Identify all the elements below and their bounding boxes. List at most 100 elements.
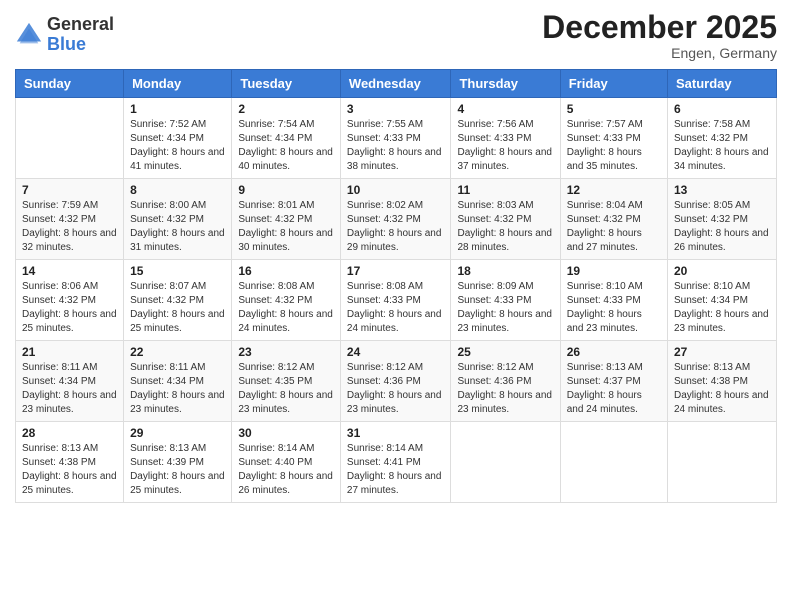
calendar-cell: 16 Sunrise: 8:08 AMSunset: 4:32 PMDayligh…	[232, 260, 341, 341]
logo-blue: Blue	[47, 35, 114, 55]
day-number: 8	[130, 183, 225, 197]
day-number: 2	[238, 102, 334, 116]
calendar-week-2: 7Sunrise: 7:59 AMSunset: 4:32 PMDaylight…	[16, 179, 777, 260]
logo-icon	[15, 21, 43, 49]
calendar-cell: 15 Sunrise: 8:07 AMSunset: 4:32 PMDayligh…	[124, 260, 232, 341]
calendar-header: SundayMondayTuesdayWednesdayThursdayFrid…	[16, 70, 777, 98]
calendar-cell: 11 Sunrise: 8:03 AMSunset: 4:32 PMDayligh…	[451, 179, 560, 260]
calendar-cell: 5Sunrise: 7:57 AMSunset: 4:33 PMDaylight…	[560, 98, 667, 179]
weekday-header-tuesday: Tuesday	[232, 70, 341, 98]
day-info: Sunrise: 8:14 AMSunset: 4:41 PMDaylight:…	[347, 442, 445, 498]
day-number: 10	[347, 183, 445, 197]
calendar-cell: 21 Sunrise: 8:11 AMSunset: 4:34 PMDayligh…	[16, 341, 124, 422]
calendar-week-1: 1 Sunrise: 7:52 AMSunset: 4:34 PMDaylight…	[16, 98, 777, 179]
day-number: 19	[567, 264, 661, 278]
day-info: Sunrise: 7:55 AMSunset: 4:33 PMDaylight:…	[347, 118, 445, 174]
day-info: Sunrise: 8:12 AMSunset: 4:35 PMDaylight:…	[238, 361, 334, 417]
calendar-cell: 26 Sunrise: 8:13 AMSunset: 4:37 PMDayligh…	[560, 341, 667, 422]
calendar-cell: 17 Sunrise: 8:08 AMSunset: 4:33 PMDayligh…	[340, 260, 451, 341]
day-info: Sunrise: 8:02 AMSunset: 4:32 PMDaylight:…	[347, 199, 445, 255]
calendar-cell: 4 Sunrise: 7:56 AMSunset: 4:33 PMDaylight…	[451, 98, 560, 179]
day-info: Sunrise: 8:12 AMSunset: 4:36 PMDaylight:…	[347, 361, 445, 417]
day-info: Sunrise: 8:11 AMSunset: 4:34 PMDaylight:…	[22, 361, 117, 417]
weekday-header-sunday: Sunday	[16, 70, 124, 98]
calendar-cell: 24 Sunrise: 8:12 AMSunset: 4:36 PMDayligh…	[340, 341, 451, 422]
day-info: Sunrise: 7:54 AMSunset: 4:34 PMDaylight:…	[238, 118, 334, 174]
day-info: Sunrise: 8:05 AMSunset: 4:32 PMDaylight:…	[674, 199, 770, 255]
day-number: 3	[347, 102, 445, 116]
calendar-cell: 14Sunrise: 8:06 AMSunset: 4:32 PMDayligh…	[16, 260, 124, 341]
day-info: Sunrise: 8:08 AMSunset: 4:32 PMDaylight:…	[238, 280, 334, 336]
day-info: Sunrise: 8:07 AMSunset: 4:32 PMDaylight:…	[130, 280, 225, 336]
day-info: Sunrise: 8:11 AMSunset: 4:34 PMDaylight:…	[130, 361, 225, 417]
day-number: 21	[22, 345, 117, 359]
calendar-body: 1 Sunrise: 7:52 AMSunset: 4:34 PMDaylight…	[16, 98, 777, 503]
calendar-cell: 8 Sunrise: 8:00 AMSunset: 4:32 PMDaylight…	[124, 179, 232, 260]
calendar-cell: 31Sunrise: 8:14 AMSunset: 4:41 PMDayligh…	[340, 422, 451, 503]
calendar-cell: 23 Sunrise: 8:12 AMSunset: 4:35 PMDayligh…	[232, 341, 341, 422]
day-number: 1	[130, 102, 225, 116]
page-header: General Blue December 2025 Engen, German…	[15, 10, 777, 61]
logo-text: General Blue	[47, 15, 114, 55]
calendar-cell	[16, 98, 124, 179]
calendar-cell: 18 Sunrise: 8:09 AMSunset: 4:33 PMDayligh…	[451, 260, 560, 341]
day-info: Sunrise: 8:03 AMSunset: 4:32 PMDaylight:…	[457, 199, 553, 255]
day-number: 11	[457, 183, 553, 197]
day-info: Sunrise: 8:09 AMSunset: 4:33 PMDaylight:…	[457, 280, 553, 336]
day-info: Sunrise: 8:04 AMSunset: 4:32 PMDaylight:…	[567, 199, 661, 255]
day-info: Sunrise: 8:14 AMSunset: 4:40 PMDaylight:…	[238, 442, 334, 498]
day-info: Sunrise: 8:13 AMSunset: 4:37 PMDaylight:…	[567, 361, 661, 417]
day-info: Sunrise: 8:10 AMSunset: 4:33 PMDaylight:…	[567, 280, 661, 336]
calendar-cell: 29Sunrise: 8:13 AMSunset: 4:39 PMDayligh…	[124, 422, 232, 503]
day-number: 5	[567, 102, 661, 116]
day-info: Sunrise: 8:13 AMSunset: 4:38 PMDaylight:…	[674, 361, 770, 417]
day-number: 25	[457, 345, 553, 359]
calendar-cell: 1 Sunrise: 7:52 AMSunset: 4:34 PMDaylight…	[124, 98, 232, 179]
calendar-week-3: 14Sunrise: 8:06 AMSunset: 4:32 PMDayligh…	[16, 260, 777, 341]
month-title: December 2025	[542, 10, 777, 45]
calendar-cell: 20Sunrise: 8:10 AMSunset: 4:34 PMDayligh…	[668, 260, 777, 341]
day-number: 12	[567, 183, 661, 197]
day-info: Sunrise: 8:08 AMSunset: 4:33 PMDaylight:…	[347, 280, 445, 336]
day-info: Sunrise: 8:00 AMSunset: 4:32 PMDaylight:…	[130, 199, 225, 255]
calendar-cell: 22 Sunrise: 8:11 AMSunset: 4:34 PMDayligh…	[124, 341, 232, 422]
day-number: 24	[347, 345, 445, 359]
day-number: 13	[674, 183, 770, 197]
weekday-header-monday: Monday	[124, 70, 232, 98]
day-number: 6	[674, 102, 770, 116]
day-info: Sunrise: 8:12 AMSunset: 4:36 PMDaylight:…	[457, 361, 553, 417]
calendar-cell: 10 Sunrise: 8:02 AMSunset: 4:32 PMDayligh…	[340, 179, 451, 260]
day-number: 4	[457, 102, 553, 116]
day-number: 26	[567, 345, 661, 359]
calendar-cell: 30Sunrise: 8:14 AMSunset: 4:40 PMDayligh…	[232, 422, 341, 503]
logo-general: General	[47, 15, 114, 35]
day-number: 9	[238, 183, 334, 197]
day-number: 18	[457, 264, 553, 278]
calendar-cell: 6Sunrise: 7:58 AMSunset: 4:32 PMDaylight…	[668, 98, 777, 179]
calendar-week-4: 21 Sunrise: 8:11 AMSunset: 4:34 PMDayligh…	[16, 341, 777, 422]
calendar-cell	[451, 422, 560, 503]
day-info: Sunrise: 8:10 AMSunset: 4:34 PMDaylight:…	[674, 280, 770, 336]
weekday-header-wednesday: Wednesday	[340, 70, 451, 98]
day-number: 14	[22, 264, 117, 278]
calendar-cell: 13 Sunrise: 8:05 AMSunset: 4:32 PMDayligh…	[668, 179, 777, 260]
day-info: Sunrise: 8:13 AMSunset: 4:38 PMDaylight:…	[22, 442, 117, 498]
calendar-cell: 28Sunrise: 8:13 AMSunset: 4:38 PMDayligh…	[16, 422, 124, 503]
calendar-cell	[560, 422, 667, 503]
day-number: 22	[130, 345, 225, 359]
calendar-cell: 12 Sunrise: 8:04 AMSunset: 4:32 PMDayligh…	[560, 179, 667, 260]
day-number: 15	[130, 264, 225, 278]
weekday-header-friday: Friday	[560, 70, 667, 98]
day-number: 17	[347, 264, 445, 278]
calendar-cell: 2 Sunrise: 7:54 AMSunset: 4:34 PMDaylight…	[232, 98, 341, 179]
day-number: 16	[238, 264, 334, 278]
title-section: December 2025 Engen, Germany	[542, 10, 777, 61]
location: Engen, Germany	[542, 45, 777, 61]
weekday-row: SundayMondayTuesdayWednesdayThursdayFrid…	[16, 70, 777, 98]
day-info: Sunrise: 7:52 AMSunset: 4:34 PMDaylight:…	[130, 118, 225, 174]
calendar-cell	[668, 422, 777, 503]
weekday-header-thursday: Thursday	[451, 70, 560, 98]
day-info: Sunrise: 7:56 AMSunset: 4:33 PMDaylight:…	[457, 118, 553, 174]
day-number: 23	[238, 345, 334, 359]
weekday-header-saturday: Saturday	[668, 70, 777, 98]
